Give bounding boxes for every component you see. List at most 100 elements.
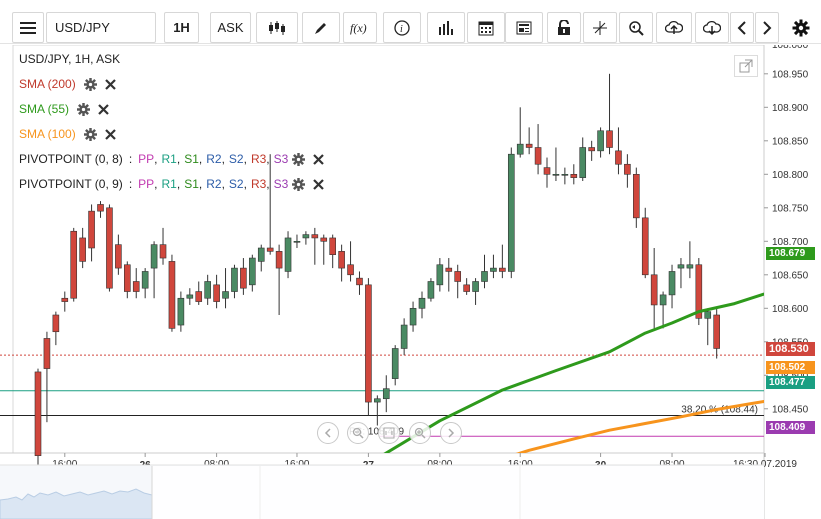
volume-button[interactable]: [427, 12, 465, 43]
settings-button[interactable]: [786, 12, 816, 43]
candle-body: [543, 167, 551, 175]
nav-zoom-in-button[interactable]: [409, 422, 431, 444]
candle-body: [177, 297, 185, 326]
candle-body: [222, 291, 229, 299]
zoom-button[interactable]: [619, 12, 653, 43]
sma100-settings[interactable]: [83, 127, 97, 141]
info-button[interactable]: i: [383, 12, 421, 43]
candle-body: [302, 234, 310, 239]
candle-body: [374, 398, 381, 403]
sma100-remove[interactable]: [104, 128, 116, 140]
price-chart[interactable]: 108.950108.900108.850108.800108.750108.7…: [0, 45, 821, 519]
y-tick-label: 108.650: [772, 270, 809, 281]
candle-body: [320, 237, 328, 242]
candle-body: [266, 247, 274, 252]
indicators-button[interactable]: f(x): [343, 12, 377, 43]
sma200-settings[interactable]: [83, 77, 97, 91]
pivot1-label[interactable]: PIVOTPOINT (0, 8): [19, 152, 123, 166]
popout-button[interactable]: [734, 55, 758, 77]
legend-pivot-1: PIVOTPOINT (0, 8) : PP, R1, S1, R2, S2, …: [19, 150, 325, 168]
sma55-label[interactable]: SMA (55): [19, 102, 69, 116]
pivot1-comma: ,: [243, 152, 247, 166]
candle-body: [606, 130, 613, 148]
candle-body: [633, 174, 640, 219]
scroll-left-button[interactable]: [730, 12, 754, 43]
candlestick-chart-icon: [269, 20, 285, 35]
candle-body: [463, 284, 470, 292]
news-button[interactable]: [505, 12, 543, 43]
pivot2-remove[interactable]: [313, 178, 325, 190]
sma200-label[interactable]: SMA (200): [19, 77, 76, 91]
pivot2-comma: ,: [243, 177, 247, 191]
pivot-price-text: 108.409: [769, 422, 806, 433]
candle-body: [249, 257, 256, 286]
sma55-remove[interactable]: [98, 103, 109, 115]
sma55-price-text: 108.679: [769, 248, 806, 259]
candle-body: [499, 267, 506, 272]
drawing-tool-button[interactable]: [302, 12, 340, 43]
bar-chart-icon: [439, 20, 453, 35]
pivot2-settings[interactable]: [292, 177, 306, 191]
sma55-price-badge: 108.679: [766, 247, 815, 260]
sma200-remove[interactable]: [104, 78, 116, 90]
zoom-in-icon: [414, 427, 426, 439]
scroll-right-button[interactable]: [755, 12, 779, 43]
pivot1-s2: S2: [228, 152, 244, 166]
candle-body: [615, 150, 622, 165]
chevron-left-icon: [324, 428, 331, 438]
pivot1-remove[interactable]: [313, 153, 325, 165]
candle-body: [525, 143, 533, 148]
candle-body: [481, 271, 488, 282]
symbol-label: USD/JPY: [55, 20, 110, 35]
upload-button[interactable]: [656, 12, 692, 43]
chart-area[interactable]: 108.950 108.900 108.850 108.800 108.750 108.7…: [0, 45, 821, 519]
gear-icon: [292, 152, 306, 166]
candle-body: [168, 261, 176, 329]
candle-body: [79, 237, 86, 262]
sma55-settings[interactable]: [77, 102, 91, 116]
price-type-selector[interactable]: ASK: [210, 12, 251, 43]
candle-body: [713, 314, 720, 349]
calendar-button[interactable]: [467, 12, 505, 43]
candle-body: [588, 147, 595, 152]
pivot2-separator: :: [128, 177, 133, 191]
pivot2-label[interactable]: PIVOTPOINT (0, 9): [19, 177, 123, 191]
pivot-price-badge: 108.409: [766, 421, 815, 434]
candle-body: [472, 281, 479, 292]
chart-type-button[interactable]: [256, 12, 298, 43]
candle-body: [284, 237, 292, 272]
candle-body: [124, 264, 131, 292]
candle-body: [704, 311, 712, 319]
candle-body: [70, 230, 78, 299]
candle-body: [561, 174, 569, 176]
candle-body: [445, 267, 453, 272]
sma100-label[interactable]: SMA (100): [19, 127, 76, 141]
nav-reset-button[interactable]: [378, 422, 400, 444]
pivot1-r2: R2: [206, 152, 222, 166]
news-icon: [516, 21, 532, 34]
crosshair-button[interactable]: [583, 12, 617, 43]
nav-back-button[interactable]: [317, 422, 339, 444]
menu-button[interactable]: [12, 12, 44, 43]
price-type-label: ASK: [217, 20, 244, 35]
candle-body: [257, 247, 265, 262]
candle-body: [650, 274, 658, 306]
pivot2-comma: ,: [266, 177, 270, 191]
reset-icon: [383, 427, 395, 439]
candle-body: [150, 244, 158, 269]
nav-zoom-out-button[interactable]: [347, 422, 369, 444]
download-button[interactable]: [695, 12, 729, 43]
pivot1-settings[interactable]: [292, 152, 306, 166]
y-tick-label: 108.000: [772, 45, 809, 51]
nav-forward-button[interactable]: [440, 422, 462, 444]
cloud-upload-icon: [665, 20, 683, 34]
y-tick-label: 108.750: [772, 203, 809, 214]
y-tick-label: 108.450: [772, 404, 809, 415]
lock-button[interactable]: [547, 12, 581, 43]
gear-icon: [292, 177, 306, 191]
interval-selector[interactable]: 1H: [164, 12, 199, 43]
candle-body: [677, 264, 685, 269]
symbol-selector[interactable]: USD/JPY: [46, 12, 156, 43]
svg-text:f(x): f(x): [350, 21, 367, 35]
pivot2-r2: R2: [206, 177, 222, 191]
